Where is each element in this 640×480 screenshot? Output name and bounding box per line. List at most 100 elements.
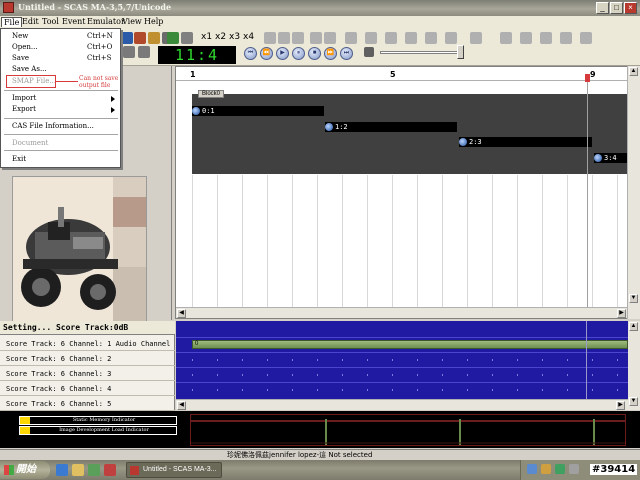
score-lanes[interactable]: 0	[176, 321, 628, 399]
stop-icon[interactable]	[560, 32, 572, 44]
playhead-marker[interactable]	[585, 74, 590, 82]
scroll-up-icon[interactable]: ▲	[629, 322, 638, 331]
rewind-start-icon[interactable]: ⏮	[244, 47, 257, 60]
audio-channel-bar[interactable]: 0	[192, 340, 628, 349]
timeline-ruler[interactable]: 1 5 9	[176, 67, 639, 81]
lane-tick	[292, 374, 293, 376]
menu-import[interactable]: Import	[12, 94, 36, 102]
insert-icon[interactable]	[345, 32, 357, 44]
block-label[interactable]: Block0	[198, 90, 225, 98]
close-button[interactable]: ×	[624, 2, 637, 14]
menu-open[interactable]: Open...	[12, 43, 38, 51]
menu-cas-info[interactable]: CAS File Information...	[12, 122, 94, 130]
ie-icon[interactable]	[56, 464, 68, 476]
clip-2[interactable]: 2:3	[459, 137, 592, 147]
folder-icon[interactable]	[72, 464, 84, 476]
volume-slider-knob[interactable]	[457, 45, 464, 59]
paste-icon[interactable]	[292, 32, 304, 44]
pause-icon[interactable]: ⏸	[292, 47, 305, 60]
record-icon[interactable]	[134, 32, 146, 44]
clip-1[interactable]: 1:2	[325, 122, 457, 132]
play-icon[interactable]	[540, 32, 552, 44]
forward-end-icon[interactable]: ⏭	[340, 47, 353, 60]
menu-view[interactable]: View	[120, 17, 144, 26]
score-row[interactable]: Score Track: 6 Channel: 1 Audio Channel	[0, 337, 175, 351]
timeline-panel[interactable]: 1 5 9 Block0 0:1 1:2 2:3 3:4 ◀ ▶	[175, 66, 640, 319]
score-icon[interactable]	[445, 32, 457, 44]
copy-icon[interactable]	[278, 32, 290, 44]
forward-icon[interactable]: ⏩	[324, 47, 337, 60]
rewind-icon[interactable]: ⏪	[260, 47, 273, 60]
channel-icon[interactable]	[425, 32, 437, 44]
event-icon[interactable]	[405, 32, 417, 44]
help-icon[interactable]	[580, 32, 592, 44]
note-icon[interactable]	[123, 46, 135, 58]
clip-0[interactable]: 0:1	[192, 106, 324, 116]
menu-edit[interactable]: Edit	[20, 17, 41, 26]
zoom-x1[interactable]: x1	[201, 32, 212, 42]
settings-icon[interactable]	[470, 32, 482, 44]
emulate-icon[interactable]	[520, 32, 532, 44]
menu-export[interactable]: Export	[12, 105, 36, 113]
scroll-left-icon[interactable]: ◀	[177, 309, 186, 318]
scroll-up-icon[interactable]: ▲	[629, 67, 638, 76]
menu-save[interactable]: Save	[12, 54, 29, 62]
media-icon[interactable]	[88, 464, 100, 476]
timeline-horizontal-scrollbar[interactable]: ◀ ▶	[176, 307, 639, 318]
memory-indicator: Static Memory Indicator	[19, 416, 177, 425]
tray-icon[interactable]	[569, 464, 579, 474]
score-row[interactable]: Score Track: 6 Channel: 3	[0, 367, 175, 381]
cut-icon[interactable]	[264, 32, 276, 44]
volume-slider-track[interactable]	[380, 51, 462, 54]
maximize-button[interactable]: □	[610, 2, 623, 14]
lane-tick	[267, 359, 268, 361]
stop-transport-icon[interactable]: ■	[308, 47, 321, 60]
undo-icon[interactable]	[310, 32, 322, 44]
tray-icon[interactable]	[555, 464, 565, 474]
score-horizontal-scrollbar[interactable]: ◀ ▶	[176, 399, 628, 410]
clip-icon	[325, 123, 333, 131]
score-row[interactable]: Score Track: 6 Channel: 5	[0, 397, 175, 411]
edit-icon[interactable]	[148, 32, 160, 44]
menu-tool[interactable]: Tool	[40, 17, 61, 26]
menu-separator	[4, 118, 118, 119]
scroll-down-icon[interactable]: ▼	[629, 397, 638, 406]
app-quicklaunch-icon[interactable]	[104, 464, 116, 476]
grid-icon[interactable]	[167, 32, 179, 44]
menu-event[interactable]: Event	[60, 17, 87, 26]
info-icon[interactable]	[500, 32, 512, 44]
zoom-x4[interactable]: x4	[243, 32, 254, 42]
block-icon[interactable]	[385, 32, 397, 44]
save-toolbar-icon[interactable]	[121, 32, 133, 44]
menu-new[interactable]: New	[12, 32, 28, 40]
zoom-x2[interactable]: x2	[215, 32, 226, 42]
minimize-button[interactable]: _	[596, 2, 609, 14]
app-icon[interactable]	[3, 2, 14, 13]
score-row[interactable]: Score Track: 6 Channel: 4	[0, 382, 175, 396]
timeline-vertical-scrollbar[interactable]: ▲ ▼	[627, 66, 640, 319]
ruler-mark: 1	[190, 70, 196, 79]
scroll-right-icon[interactable]: ▶	[617, 309, 626, 318]
tray-icon[interactable]	[527, 464, 537, 474]
score-row[interactable]: Score Track: 6 Channel: 2	[0, 352, 175, 366]
scroll-left-icon[interactable]: ◀	[177, 401, 186, 410]
scroll-down-icon[interactable]: ▼	[629, 294, 638, 303]
taskbar-item[interactable]: Untitled - SCAS MA-3...	[126, 462, 222, 478]
arrow-icon[interactable]	[138, 46, 150, 58]
score-vertical-scrollbar[interactable]: ▲ ▼	[628, 321, 640, 410]
tray-icon[interactable]	[541, 464, 551, 474]
menu-help[interactable]: Help	[142, 17, 165, 26]
waveform-view	[190, 414, 626, 446]
menu-save-as[interactable]: Save As...	[12, 65, 47, 73]
track-area[interactable]: Block0 0:1 1:2 2:3 3:4	[192, 90, 639, 174]
grid-line	[417, 175, 418, 307]
menu-exit[interactable]: Exit	[12, 155, 26, 163]
lane-tick	[467, 359, 468, 361]
scroll-right-icon[interactable]: ▶	[616, 401, 625, 410]
zoom-in-icon[interactable]	[181, 32, 193, 44]
redo-icon[interactable]	[324, 32, 336, 44]
delete-icon[interactable]	[365, 32, 377, 44]
start-button[interactable]: 開始	[0, 461, 50, 479]
play-transport-icon[interactable]: ▶	[276, 47, 289, 60]
zoom-x3[interactable]: x3	[229, 32, 240, 42]
